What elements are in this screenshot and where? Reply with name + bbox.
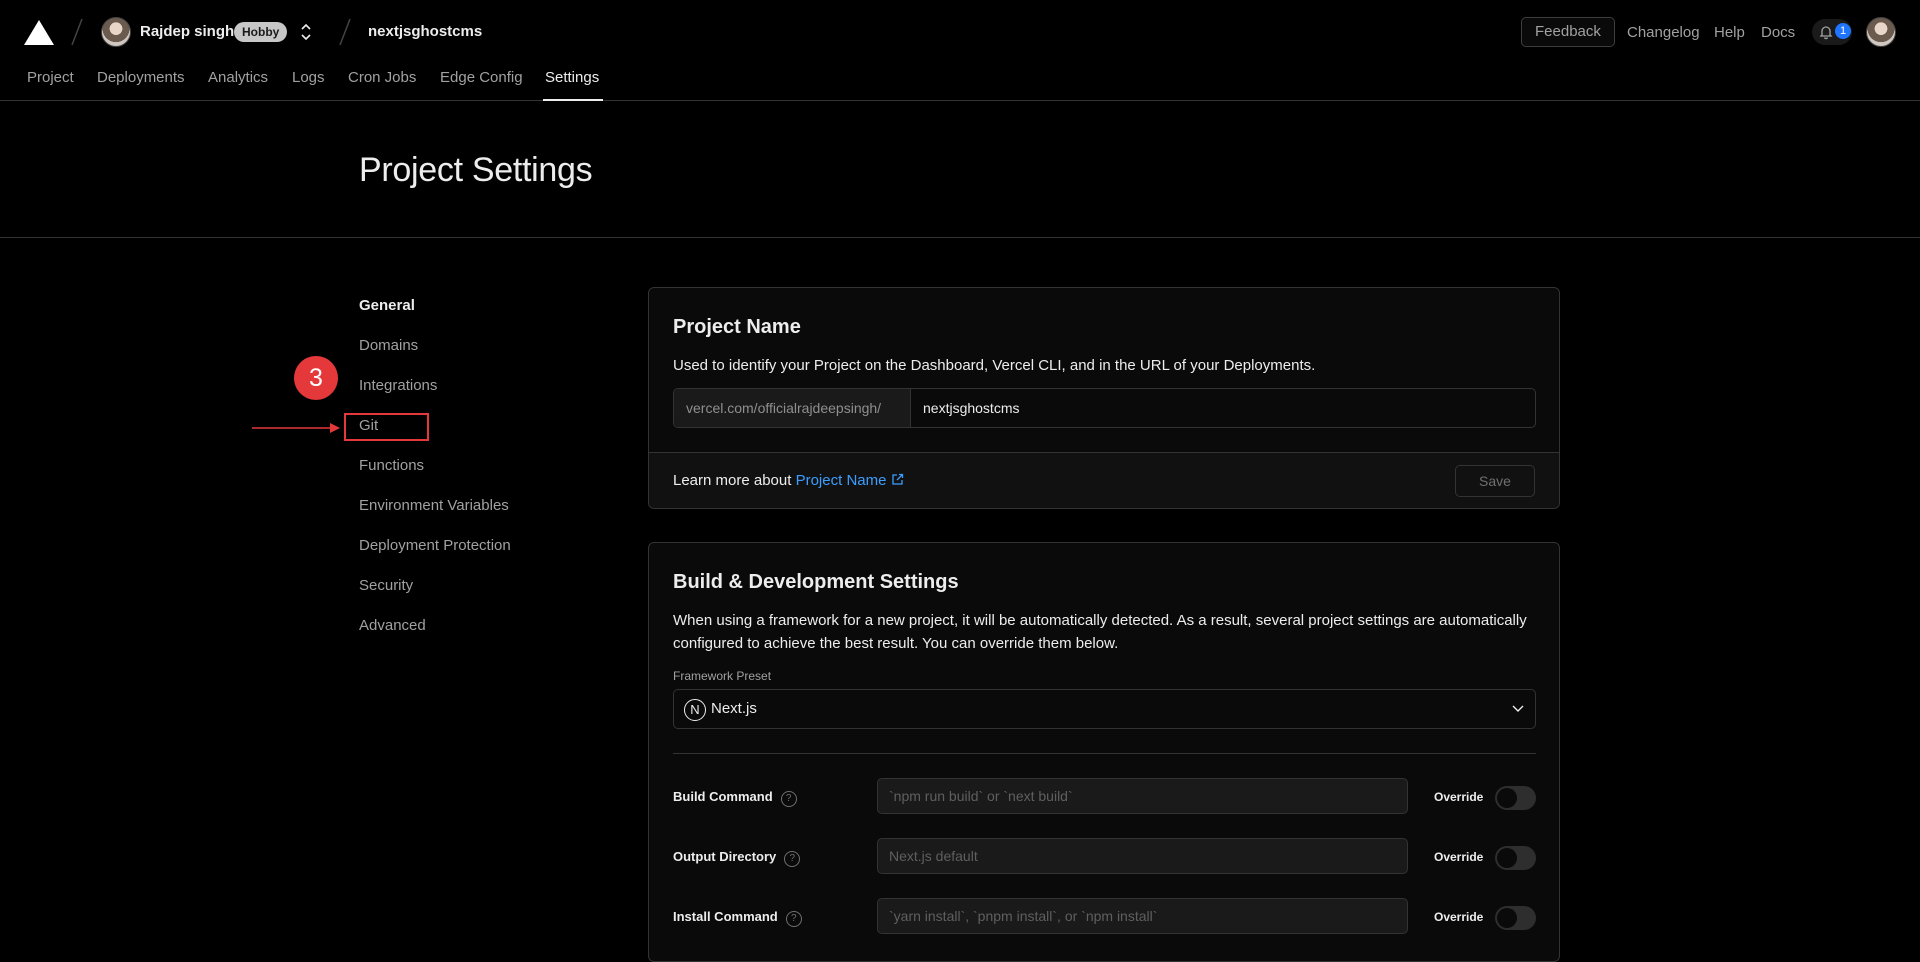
build-command-override-toggle[interactable] bbox=[1495, 786, 1536, 810]
tab-project[interactable]: Project bbox=[27, 69, 74, 86]
sidebar-item-general[interactable]: General bbox=[359, 297, 415, 314]
card-description-line-1: When using a framework for a new project… bbox=[673, 612, 1527, 629]
nextjs-logo-icon: N bbox=[684, 699, 706, 721]
page-title: Project Settings bbox=[359, 151, 593, 189]
project-name-field: vercel.com/officialrajdeepsingh/ nextjsg… bbox=[673, 388, 1536, 428]
project-name-input[interactable]: nextjsghostcms bbox=[923, 389, 1019, 427]
notification-count-badge: 1 bbox=[1835, 23, 1851, 39]
tab-edge-config[interactable]: Edge Config bbox=[440, 69, 523, 86]
learn-more-link-text: Project Name bbox=[795, 472, 887, 489]
help-icon[interactable]: ? bbox=[784, 851, 801, 867]
docs-link[interactable]: Docs bbox=[1761, 24, 1795, 41]
top-navigation: Rajdep singh Hobby nextjsghostcms Feedba… bbox=[0, 0, 1920, 64]
install-command-label-text: Install Command bbox=[673, 909, 778, 924]
arrow-right-icon bbox=[252, 423, 340, 433]
sidebar-item-advanced[interactable]: Advanced bbox=[359, 617, 426, 634]
build-settings-card: Build & Development Settings When using … bbox=[648, 542, 1560, 962]
divider bbox=[673, 753, 1536, 754]
learn-more-label: Learn more about bbox=[673, 472, 792, 489]
save-button[interactable]: Save bbox=[1455, 465, 1535, 497]
output-directory-override-toggle[interactable] bbox=[1495, 846, 1536, 870]
override-label: Override bbox=[1434, 850, 1484, 864]
project-name-card: Project Name Used to identify your Proje… bbox=[648, 287, 1560, 509]
output-directory-input[interactable]: Next.js default bbox=[877, 838, 1408, 874]
project-name-docs-link[interactable]: Project Name bbox=[796, 472, 905, 489]
step-number-marker: 3 bbox=[294, 356, 338, 400]
card-title: Project Name bbox=[673, 316, 801, 338]
sidebar-item-domains[interactable]: Domains bbox=[359, 337, 418, 354]
framework-preset-value: Next.js bbox=[711, 700, 757, 717]
feedback-button[interactable]: Feedback bbox=[1521, 17, 1615, 47]
changelog-link[interactable]: Changelog bbox=[1627, 24, 1700, 41]
card-description: Used to identify your Project on the Das… bbox=[673, 357, 1316, 374]
tab-logs[interactable]: Logs bbox=[292, 69, 325, 86]
build-command-label-text: Build Command bbox=[673, 789, 773, 804]
url-prefix: vercel.com/officialrajdeepsingh/ bbox=[674, 389, 911, 427]
help-icon[interactable]: ? bbox=[785, 911, 802, 927]
card-title: Build & Development Settings bbox=[673, 571, 959, 593]
output-directory-label-text: Output Directory bbox=[673, 849, 777, 864]
card-description-line-2: configured to achieve the best result. Y… bbox=[673, 635, 1119, 652]
build-command-label: Build Command? bbox=[673, 789, 797, 807]
breadcrumb-separator-icon bbox=[339, 18, 351, 46]
sidebar-item-security[interactable]: Security bbox=[359, 577, 413, 594]
sidebar-item-functions[interactable]: Functions bbox=[359, 457, 424, 474]
plan-badge: Hobby bbox=[234, 22, 288, 42]
vercel-logo-icon[interactable] bbox=[24, 20, 54, 45]
install-command-label: Install Command? bbox=[673, 909, 802, 927]
chevron-down-icon bbox=[1512, 705, 1524, 712]
tab-cron-jobs[interactable]: Cron Jobs bbox=[348, 69, 416, 86]
framework-preset-label: Framework Preset bbox=[673, 669, 772, 683]
sidebar-item-deployment-protection[interactable]: Deployment Protection bbox=[359, 537, 511, 554]
help-link[interactable]: Help bbox=[1714, 24, 1745, 41]
install-command-override-toggle[interactable] bbox=[1495, 906, 1536, 930]
user-name[interactable]: Rajdep singh bbox=[140, 23, 234, 40]
account-avatar[interactable] bbox=[1866, 17, 1896, 47]
external-link-icon bbox=[892, 473, 904, 485]
tab-analytics[interactable]: Analytics bbox=[208, 69, 268, 86]
bell-icon bbox=[1819, 26, 1833, 40]
breadcrumb-separator-icon bbox=[71, 18, 83, 46]
user-avatar[interactable] bbox=[101, 17, 131, 47]
output-directory-label: Output Directory? bbox=[673, 849, 801, 867]
install-command-input[interactable]: `yarn install`, `pnpm install`, or `npm … bbox=[877, 898, 1408, 934]
project-tabs: Project Deployments Analytics Logs Cron … bbox=[0, 64, 1920, 101]
sidebar-item-environment-variables[interactable]: Environment Variables bbox=[359, 497, 509, 514]
override-label: Override bbox=[1434, 910, 1484, 924]
learn-more-text: Learn more about Project Name bbox=[673, 472, 904, 489]
notifications-button[interactable]: 1 bbox=[1812, 19, 1852, 45]
page-header: Project Settings bbox=[0, 101, 1920, 238]
tab-deployments[interactable]: Deployments bbox=[97, 69, 185, 86]
sidebar-item-integrations[interactable]: Integrations bbox=[359, 377, 437, 394]
build-command-input[interactable]: `npm run build` or `next build` bbox=[877, 778, 1408, 814]
framework-preset-select[interactable]: N Next.js bbox=[673, 689, 1536, 729]
project-breadcrumb[interactable]: nextjsghostcms bbox=[368, 23, 482, 40]
highlight-box bbox=[344, 413, 429, 441]
card-footer: Learn more about Project Name Save bbox=[649, 452, 1559, 508]
help-icon[interactable]: ? bbox=[780, 791, 797, 807]
override-label: Override bbox=[1434, 790, 1484, 804]
tab-settings[interactable]: Settings bbox=[545, 69, 599, 86]
chevron-up-down-icon[interactable] bbox=[298, 21, 314, 43]
